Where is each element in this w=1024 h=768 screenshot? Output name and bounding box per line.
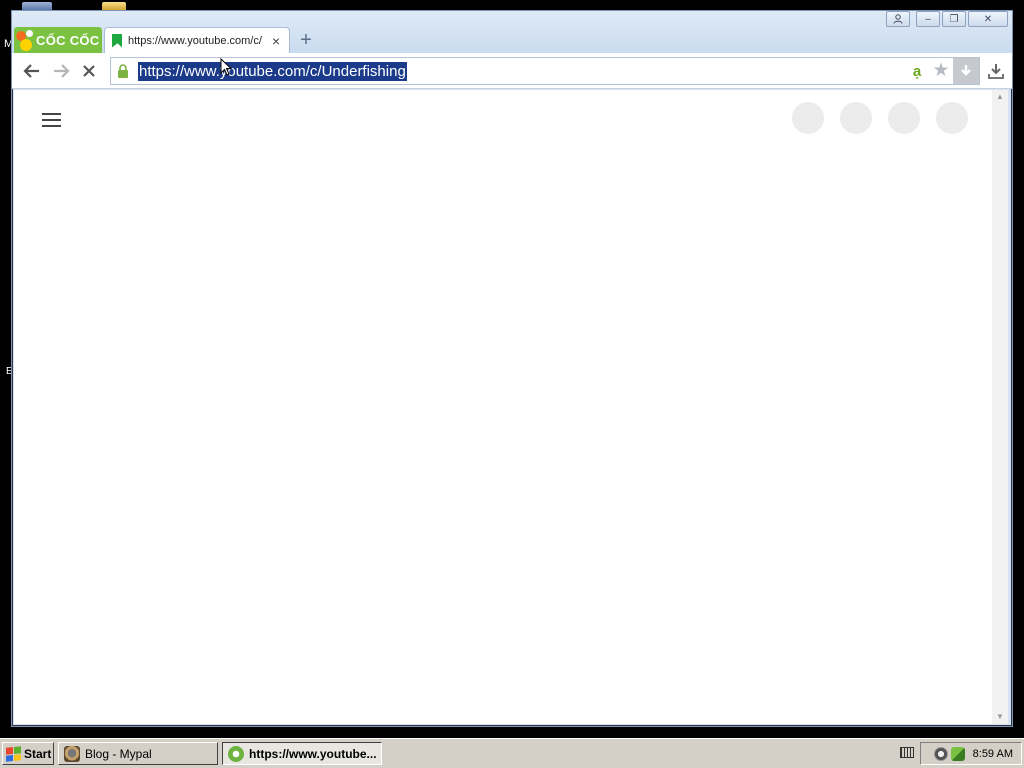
profile-button[interactable] bbox=[886, 11, 910, 27]
download-arrow-icon bbox=[961, 65, 971, 76]
keyboard-language-icon[interactable] bbox=[900, 747, 914, 758]
network-tray-icon[interactable] bbox=[950, 746, 965, 761]
browser-toolbar: https://www.youtube.com/c/Underfishing ạ… bbox=[12, 53, 1012, 89]
brand-name: CỐC CỐC bbox=[36, 32, 100, 48]
lock-icon bbox=[117, 64, 129, 78]
taskbar-item-coccoc[interactable]: https://www.youtube... bbox=[222, 742, 382, 765]
mypal-app-icon bbox=[64, 745, 80, 762]
system-tray: 8:59 AM bbox=[920, 742, 1022, 765]
bookmark-favicon-icon bbox=[112, 33, 122, 48]
close-window-button[interactable]: ✕ bbox=[968, 11, 1008, 27]
arrow-right-icon bbox=[54, 64, 70, 78]
bookmark-star-icon[interactable]: ★ bbox=[931, 61, 951, 81]
close-tab-icon[interactable]: × bbox=[272, 34, 280, 48]
volume-tray-icon[interactable] bbox=[933, 746, 948, 761]
back-button[interactable] bbox=[21, 61, 43, 81]
windows-flag-icon bbox=[6, 745, 21, 762]
tab-youtube[interactable]: https://www.youtube.com/c/ × bbox=[104, 27, 290, 53]
scroll-down-icon[interactable]: ▼ bbox=[992, 710, 1008, 724]
coccoc-app-icon bbox=[228, 745, 244, 762]
taskbar: Start Blog - Mypal https://www.youtube..… bbox=[0, 738, 1024, 768]
user-icon bbox=[893, 14, 903, 24]
browser-window: CỐC CỐC https://www.youtube.com/c/ × + –… bbox=[11, 10, 1013, 727]
arrow-left-icon bbox=[23, 64, 39, 78]
address-bar[interactable]: https://www.youtube.com/c/Underfishing ạ… bbox=[110, 57, 980, 85]
forward-button[interactable] bbox=[50, 61, 72, 81]
vertical-scrollbar[interactable]: ▲ ▼ bbox=[992, 90, 1008, 724]
new-tab-button[interactable]: + bbox=[296, 30, 316, 50]
loading-placeholder-circle-4 bbox=[936, 102, 968, 134]
address-bar-actions: ạ ★ bbox=[907, 58, 979, 84]
coccoc-logo[interactable]: CỐC CỐC bbox=[14, 27, 102, 53]
taskbar-item-blog-mypal[interactable]: Blog - Mypal bbox=[58, 742, 218, 765]
scroll-up-icon[interactable]: ▲ bbox=[992, 90, 1008, 104]
desktop: M E CỐC CỐC https://www.youtube.com/c/ ×… bbox=[0, 0, 1024, 768]
save-video-button[interactable] bbox=[953, 58, 979, 84]
download-icon bbox=[988, 64, 1004, 79]
stop-loading-button[interactable] bbox=[78, 61, 100, 81]
mouse-cursor-icon bbox=[220, 58, 232, 76]
clock[interactable]: 8:59 AM bbox=[973, 748, 1013, 760]
loading-placeholder-circle-2 bbox=[840, 102, 872, 134]
taskbar-item-label: Blog - Mypal bbox=[85, 746, 152, 761]
downloads-button[interactable] bbox=[986, 61, 1006, 81]
taskbar-item-label: https://www.youtube... bbox=[249, 746, 377, 761]
start-button[interactable]: Start bbox=[2, 742, 54, 765]
loading-placeholder-circle-1 bbox=[792, 102, 824, 134]
coccoc-logo-icon bbox=[14, 27, 36, 53]
minimize-button[interactable]: – bbox=[916, 11, 940, 27]
restore-button[interactable]: ❐ bbox=[942, 11, 966, 27]
page-viewport[interactable] bbox=[14, 90, 994, 724]
browser-titlebar[interactable]: CỐC CỐC https://www.youtube.com/c/ × + –… bbox=[12, 11, 1012, 53]
start-label: Start bbox=[24, 746, 52, 761]
desktop-icon-computer[interactable] bbox=[22, 2, 52, 10]
window-controls: – ❐ ✕ bbox=[886, 11, 1008, 27]
loading-placeholder-circle-3 bbox=[888, 102, 920, 134]
tab-title: https://www.youtube.com/c/ bbox=[128, 34, 262, 47]
hamburger-menu-icon[interactable] bbox=[42, 110, 62, 127]
url-text-selected[interactable]: https://www.youtube.com/c/Underfishing bbox=[138, 61, 407, 81]
stop-loading-icon bbox=[83, 65, 95, 77]
desktop-icon-folder[interactable] bbox=[102, 2, 126, 10]
vietnamese-input-icon[interactable]: ạ bbox=[907, 63, 927, 80]
